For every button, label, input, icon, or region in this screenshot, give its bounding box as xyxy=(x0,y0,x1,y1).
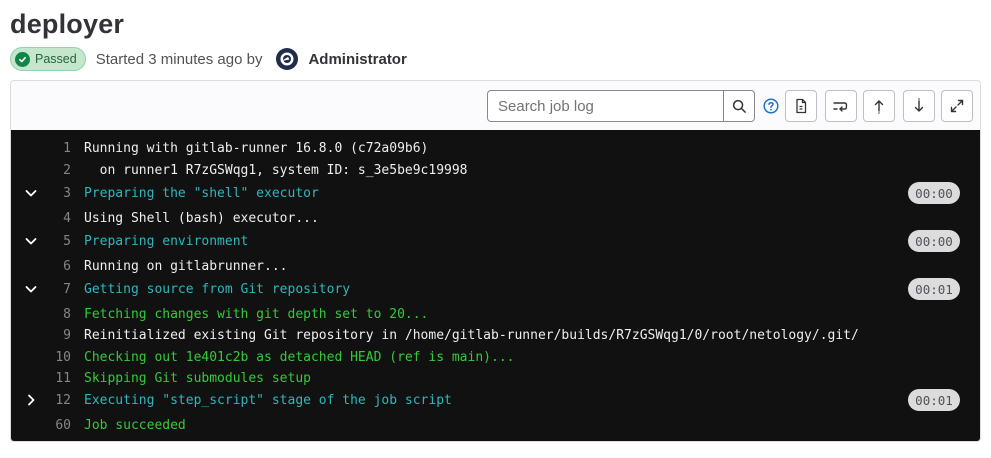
log-line: 8 Fetching changes with git depth set to… xyxy=(11,303,980,325)
help-button[interactable] xyxy=(763,98,779,114)
log-text: Fetching changes with git depth set to 2… xyxy=(84,306,429,322)
log-text: Preparing environment xyxy=(84,233,249,249)
line-number[interactable]: 10 xyxy=(41,350,71,365)
log-text: Using Shell (bash) executor... xyxy=(84,210,319,226)
line-number[interactable]: 5 xyxy=(41,234,71,249)
log-line: 60 Job succeeded xyxy=(11,414,980,436)
log-text: Executing "step_script" stage of the job… xyxy=(84,392,452,408)
job-meta: Passed Started 3 minutes ago by Administ… xyxy=(10,46,407,72)
job-log: 1 Running with gitlab-runner 16.8.0 (c72… xyxy=(11,130,980,441)
author-link[interactable]: Administrator xyxy=(308,51,406,68)
line-number[interactable]: 1 xyxy=(41,141,71,156)
line-number[interactable]: 60 xyxy=(41,418,71,433)
line-number[interactable]: 7 xyxy=(41,282,71,297)
log-line: 11 Skipping Git submodules setup xyxy=(11,367,980,389)
fullscreen-button[interactable] xyxy=(941,90,973,122)
arrow-up-icon xyxy=(874,100,884,114)
show-raw-log-button[interactable] xyxy=(785,90,817,122)
log-text: Running on gitlabrunner... xyxy=(84,258,288,274)
search-icon xyxy=(732,99,746,113)
log-line: 10 Checking out 1e401c2b as detached HEA… xyxy=(11,346,980,368)
chevron-down-icon[interactable] xyxy=(24,186,38,200)
log-text: on runner1 R7zGSWqg1, system ID: s_3e5be… xyxy=(84,162,468,178)
log-section-header[interactable]: 5 Preparing environment 00:00 xyxy=(11,229,980,253)
log-line: 4 Using Shell (bash) executor... xyxy=(11,207,980,229)
scroll-to-top-button[interactable] xyxy=(863,90,895,122)
maximize-icon xyxy=(950,99,964,113)
search-job-log-input[interactable] xyxy=(488,91,723,121)
job-log-panel: 1 Running with gitlab-runner 16.8.0 (c72… xyxy=(10,80,981,442)
log-line: 2 on runner1 R7zGSWqg1, system ID: s_3e5… xyxy=(11,159,980,181)
line-number[interactable]: 11 xyxy=(41,371,71,386)
log-section-header[interactable]: 12 Executing "step_script" stage of the … xyxy=(11,388,980,412)
avatar[interactable] xyxy=(276,48,299,70)
line-number[interactable]: 2 xyxy=(41,163,71,178)
log-text: Reinitialized existing Git repository in… xyxy=(84,327,859,343)
line-number[interactable]: 9 xyxy=(41,328,71,343)
log-text: Getting source from Git repository xyxy=(84,281,351,297)
section-duration-badge: 00:00 xyxy=(908,230,960,252)
search-box xyxy=(487,90,755,122)
log-section-header[interactable]: 7 Getting source from Git repository 00:… xyxy=(11,277,980,301)
question-icon xyxy=(763,98,779,114)
log-text: Preparing the "shell" executor xyxy=(84,185,319,201)
status-badge-label: Passed xyxy=(35,52,77,66)
log-text: Checking out 1e401c2b as detached HEAD (… xyxy=(84,349,515,365)
line-number[interactable]: 6 xyxy=(41,259,71,274)
log-text: Skipping Git submodules setup xyxy=(84,370,311,386)
toggle-line-wrap-button[interactable] xyxy=(825,90,857,122)
chevron-down-icon[interactable] xyxy=(24,234,38,248)
arrow-down-icon xyxy=(914,98,924,112)
log-line: 6 Running on gitlabrunner... xyxy=(11,255,980,277)
line-number[interactable]: 4 xyxy=(41,211,71,226)
line-number[interactable]: 3 xyxy=(41,186,71,201)
line-number[interactable]: 8 xyxy=(41,307,71,322)
page-title: deployer xyxy=(10,9,125,39)
log-text: Job succeeded xyxy=(84,417,186,433)
chevron-down-icon[interactable] xyxy=(24,282,38,296)
status-badge[interactable]: Passed xyxy=(10,47,86,71)
doc-text-icon xyxy=(796,98,807,114)
log-line: 9 Reinitialized existing Git repository … xyxy=(11,324,980,346)
section-duration-badge: 00:01 xyxy=(908,278,960,300)
check-circle-icon xyxy=(15,51,30,67)
log-section-header[interactable]: 3 Preparing the "shell" executor 00:00 xyxy=(11,181,980,205)
scroll-to-bottom-button[interactable] xyxy=(903,90,935,122)
chevron-right-icon[interactable] xyxy=(24,393,38,407)
search-button[interactable] xyxy=(723,91,754,121)
log-line: 1 Running with gitlab-runner 16.8.0 (c72… xyxy=(11,137,980,159)
started-text: Started 3 minutes ago by xyxy=(95,50,263,68)
section-duration-badge: 00:01 xyxy=(908,389,960,411)
job-log-toolbar xyxy=(11,81,980,131)
section-duration-badge: 00:00 xyxy=(908,182,960,204)
log-text: Running with gitlab-runner 16.8.0 (c72a0… xyxy=(84,140,429,156)
line-number[interactable]: 12 xyxy=(41,393,71,408)
wrap-icon xyxy=(833,102,848,112)
